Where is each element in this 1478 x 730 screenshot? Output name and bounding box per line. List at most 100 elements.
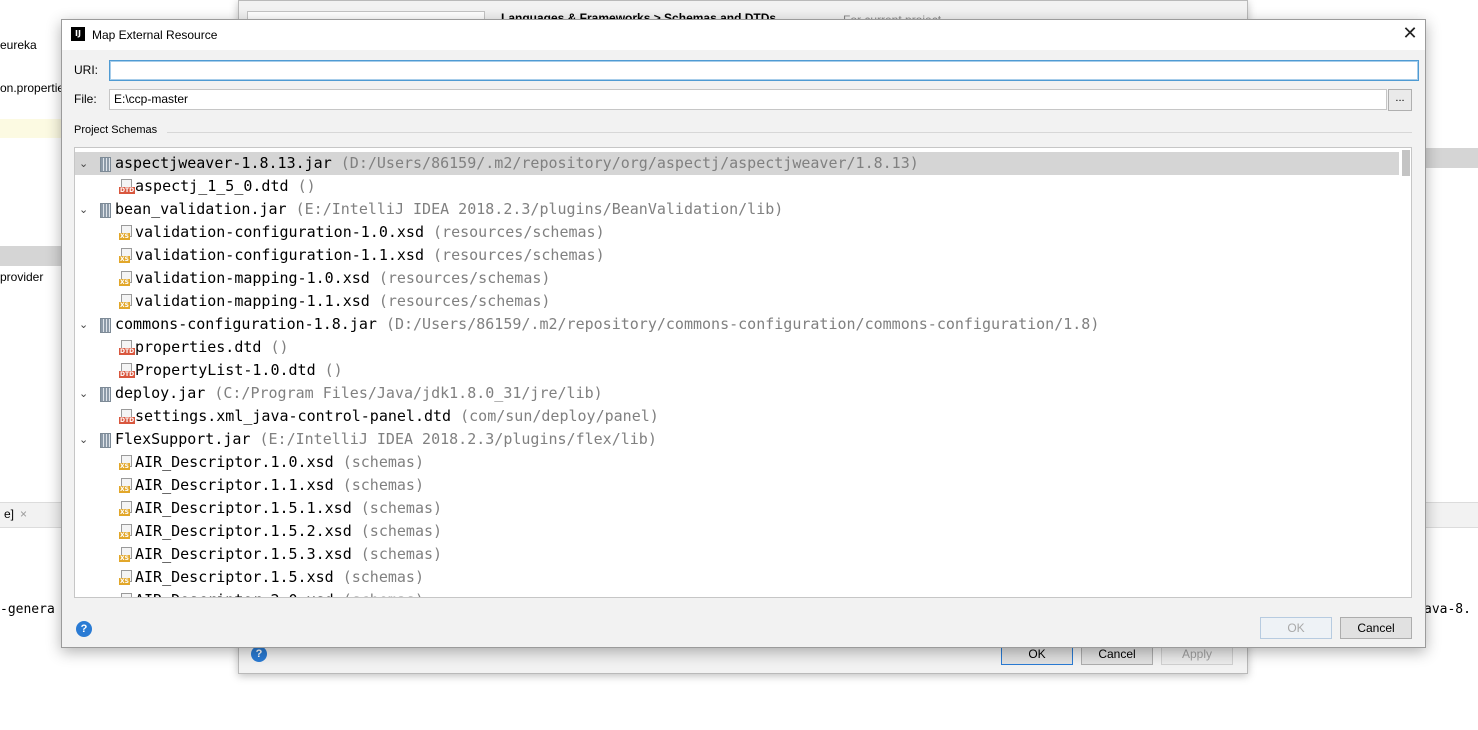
tree-node-file[interactable]: XS AIR_Descriptor.1.5.2.xsd (schemas) <box>75 520 1399 543</box>
jar-file-icon <box>100 157 111 172</box>
xsd-file-icon: XS <box>119 248 132 263</box>
xsd-file-icon: XS <box>119 294 132 309</box>
vertical-scrollbar[interactable] <box>1401 148 1411 597</box>
tree-node-jar[interactable]: ⌄ bean_validation.jar (E:/IntelliJ IDEA 2… <box>75 198 1399 221</box>
dtd-file-icon: DTD <box>119 340 136 355</box>
tree-node-jar[interactable]: ⌄ deploy.jar (C:/Program Files/Java/jdk1.… <box>75 382 1399 405</box>
tree-node-file[interactable]: DTD aspectj_1_5_0.dtd () <box>75 175 1399 198</box>
xsd-file-icon: XS <box>119 547 132 562</box>
tree-node-name: deploy.jar <box>115 384 206 402</box>
tree-node-name: aspectjweaver-1.8.13.jar <box>115 154 332 172</box>
tree-node-name: AIR_Descriptor.1.5.3.xsd <box>135 545 352 563</box>
xsd-file-icon: XS <box>119 225 132 240</box>
tree-node-path: () <box>297 177 316 195</box>
tree-node-file[interactable]: XS validation-mapping-1.1.xsd (resources/… <box>75 290 1399 313</box>
xsd-file-icon: XS <box>119 455 132 470</box>
chevron-down-icon[interactable]: ⌄ <box>79 382 89 405</box>
tree-node-file[interactable]: XS AIR_Descriptor.1.5.xsd (schemas) <box>75 566 1399 589</box>
jar-file-icon <box>100 433 111 448</box>
tree-node-name: AIR_Descriptor.1.1.xsd <box>135 476 334 494</box>
tree-node-file[interactable]: DTD properties.dtd () <box>75 336 1399 359</box>
project-tree-selection <box>0 246 62 266</box>
chevron-down-icon[interactable]: ⌄ <box>79 428 89 451</box>
tree-node-file[interactable]: XS validation-configuration-1.1.xsd (reso… <box>75 244 1399 267</box>
jar-file-icon <box>100 203 111 218</box>
tool-window-tab[interactable]: e] × <box>0 502 31 526</box>
tree-node-path: (E:/IntelliJ IDEA 2018.2.3/plugins/BeanV… <box>295 200 784 218</box>
schema-table-selection <box>1424 148 1478 168</box>
tree-node-path: (schemas) <box>360 499 443 517</box>
xsd-file-icon: XS <box>119 271 132 286</box>
tree-node-path: (D:/Users/86159/.m2/repository/org/aspec… <box>340 154 919 172</box>
uri-label: URI: <box>74 63 98 77</box>
tree-node-jar[interactable]: ⌄ FlexSupport.jar (E:/IntelliJ IDEA 2018.… <box>75 428 1399 451</box>
project-schemas-label: Project Schemas <box>74 124 158 136</box>
tree-node-name: validation-mapping-1.1.xsd <box>135 292 370 310</box>
ok-button[interactable]: OK <box>1260 617 1332 639</box>
chevron-down-icon[interactable]: ⌄ <box>79 152 89 175</box>
browse-button[interactable]: ... <box>1388 89 1412 111</box>
xsd-file-icon: XS <box>119 593 132 597</box>
tree-node-name: AIR_Descriptor.1.5.xsd <box>135 568 334 586</box>
tree-node-path: (schemas) <box>342 568 424 586</box>
project-tree-item[interactable]: provider <box>0 270 43 284</box>
tree-node-jar[interactable]: ⌄ aspectjweaver-1.8.13.jar (D:/Users/8615… <box>75 152 1399 175</box>
intellij-app-icon: IJ <box>71 27 85 41</box>
tree-node-name: AIR_Descriptor.1.5.1.xsd <box>135 499 352 517</box>
tree-node-path: (schemas) <box>360 545 443 563</box>
project-tree-item[interactable]: eureka <box>0 38 37 52</box>
tab-label: e] <box>4 507 15 521</box>
chevron-down-icon[interactable]: ⌄ <box>79 198 89 221</box>
tree-node-file[interactable]: DTD PropertyList-1.0.dtd () <box>75 359 1399 382</box>
file-path-input[interactable]: E:\ccp-master <box>109 89 1387 110</box>
tree-node-name: aspectj_1_5_0.dtd <box>135 177 289 195</box>
map-external-resource-dialog: IJ Map External Resource ✕ URI: File: E:… <box>61 19 1426 648</box>
project-tree-item[interactable]: on.propertie <box>0 81 64 95</box>
group-divider <box>167 132 1412 133</box>
xsd-file-icon: XS <box>119 570 132 585</box>
tree-node-jar[interactable]: ⌄ commons-configuration-1.8.jar (D:/Users… <box>75 313 1399 336</box>
tree-node-file[interactable]: XSAIR_Descriptor.2.0.xsd (schemas) <box>75 589 1399 597</box>
tree-node-path: (schemas) <box>342 476 424 494</box>
tree-node-file[interactable]: XS AIR_Descriptor.1.5.3.xsd (schemas) <box>75 543 1399 566</box>
tree-node-name: settings.xml_java-control-panel.dtd <box>135 407 452 425</box>
chevron-down-icon[interactable]: ⌄ <box>79 313 89 336</box>
tree-node-path: (E:/IntelliJ IDEA 2018.2.3/plugins/flex/… <box>259 430 657 448</box>
tree-node-name: PropertyList-1.0.dtd <box>135 361 316 379</box>
dialog-title: Map External Resource <box>92 28 218 42</box>
xsd-file-icon: XS <box>119 524 132 539</box>
tree-node-name: AIR_Descriptor.1.5.2.xsd <box>135 522 352 540</box>
file-label: File: <box>74 92 97 106</box>
tree-node-file[interactable]: XS validation-configuration-1.0.xsd (reso… <box>75 221 1399 244</box>
tree-node-file[interactable]: DTD settings.xml_java-control-panel.dtd (… <box>75 405 1399 428</box>
tree-node-name: properties.dtd <box>135 338 262 356</box>
tree-node-file[interactable]: XS AIR_Descriptor.1.0.xsd (schemas) <box>75 451 1399 474</box>
jar-file-icon <box>100 387 111 402</box>
schemas-tree[interactable]: XSAIR_Descriptor.2.0.xsd (schemas)XSAIR_… <box>74 147 1412 598</box>
tree-node-path: (resources/schemas) <box>378 292 551 310</box>
tree-node-path: (com/sun/deploy/panel) <box>460 407 659 425</box>
tree-node-name: bean_validation.jar <box>115 200 287 218</box>
tree-node-name: commons-configuration-1.8.jar <box>115 315 377 333</box>
close-icon[interactable]: ✕ <box>1395 20 1425 50</box>
tree-node-path: (resources/schemas) <box>433 223 605 241</box>
cancel-button[interactable]: Cancel <box>1340 617 1412 639</box>
close-icon[interactable]: × <box>20 507 27 521</box>
help-icon[interactable]: ? <box>76 621 92 637</box>
tree-node-path: () <box>324 361 343 379</box>
tree-node-file[interactable]: XS validation-mapping-1.0.xsd (resources/… <box>75 267 1399 290</box>
console-text: ava-8. <box>1424 602 1471 617</box>
tree-node-file[interactable]: XS AIR_Descriptor.1.1.xsd (schemas) <box>75 474 1399 497</box>
uri-input[interactable] <box>109 60 1419 81</box>
tree-node-file[interactable]: XS AIR_Descriptor.1.5.1.xsd (schemas) <box>75 497 1399 520</box>
help-icon[interactable]: ? <box>251 646 267 662</box>
tree-node-path: (C:/Program Files/Java/jdk1.8.0_31/jre/l… <box>214 384 603 402</box>
tree-node-path: () <box>270 338 289 356</box>
scrollbar-thumb[interactable] <box>1402 150 1410 176</box>
tree-node-name: AIR_Descriptor.1.0.xsd <box>135 453 334 471</box>
tree-node-path: (D:/Users/86159/.m2/repository/commons-c… <box>385 315 1100 333</box>
tree-node-name: validation-configuration-1.1.xsd <box>135 246 424 264</box>
editor-highlight-line <box>0 119 62 138</box>
dtd-file-icon: DTD <box>119 179 136 194</box>
xsd-file-icon: XS <box>119 501 132 516</box>
